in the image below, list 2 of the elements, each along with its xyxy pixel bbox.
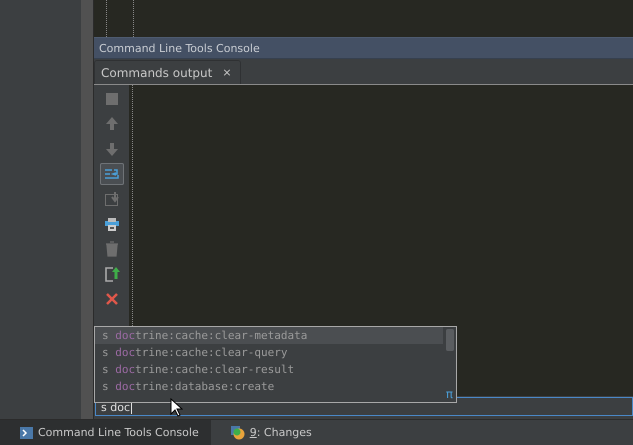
tool-window-title: Command Line Tools Console xyxy=(94,37,633,59)
tab-label: Commands output xyxy=(101,66,212,80)
